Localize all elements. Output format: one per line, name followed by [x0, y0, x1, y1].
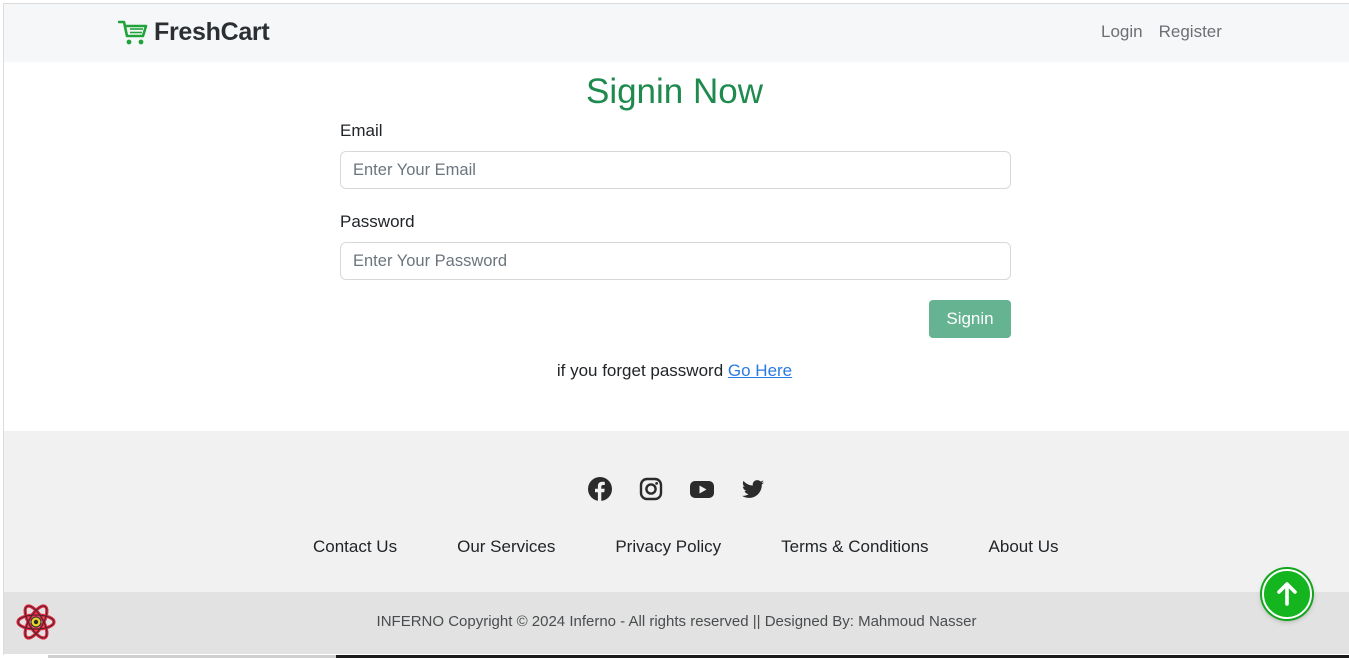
footer-link-services[interactable]: Our Services	[457, 537, 555, 557]
password-input[interactable]	[340, 242, 1011, 280]
facebook-icon[interactable]	[587, 476, 613, 502]
button-row: Signin	[340, 300, 1011, 338]
password-label: Password	[340, 212, 415, 231]
social-links	[587, 476, 791, 502]
scroll-to-top-button[interactable]	[1262, 569, 1312, 619]
login-link[interactable]: Login	[1101, 22, 1143, 42]
brand-logo[interactable]: FreshCart	[118, 18, 270, 47]
email-field-group: Email	[340, 118, 1011, 189]
register-link[interactable]: Register	[1159, 22, 1222, 42]
copyright-bar: INFERNO Copyright © 2024 Inferno - All r…	[4, 592, 1349, 654]
password-field-group: Password	[340, 209, 1011, 280]
signin-form: Email Password Signin	[340, 118, 1011, 338]
brand-name: FreshCart	[154, 18, 270, 46]
forget-password-label: if you forget password	[556, 361, 724, 380]
youtube-icon[interactable]	[689, 476, 715, 502]
arrow-up-icon	[1277, 582, 1297, 606]
cart-icon	[118, 20, 148, 44]
navbar: FreshCart Login Register	[4, 4, 1349, 62]
page-title: Signin Now	[585, 72, 764, 111]
footer-links: Contact Us Our Services Privacy Policy T…	[313, 537, 1118, 557]
forget-password-text: if you forget password Go Here	[0, 361, 1349, 381]
footer: Contact Us Our Services Privacy Policy T…	[4, 431, 1349, 592]
footer-link-privacy[interactable]: Privacy Policy	[615, 537, 721, 557]
footer-link-terms[interactable]: Terms & Conditions	[781, 537, 928, 557]
email-label: Email	[340, 121, 383, 140]
email-input[interactable]	[340, 151, 1011, 189]
footer-link-contact[interactable]: Contact Us	[313, 537, 397, 557]
copyright-text: INFERNO Copyright © 2024 Inferno - All r…	[376, 613, 977, 630]
footer-link-about[interactable]: About Us	[989, 537, 1059, 557]
twitter-icon[interactable]	[740, 476, 766, 502]
signin-button[interactable]: Signin	[929, 300, 1011, 338]
instagram-icon[interactable]	[638, 476, 664, 502]
go-here-link[interactable]: Go Here	[728, 361, 792, 380]
nav-links: Login Register	[1101, 22, 1222, 42]
